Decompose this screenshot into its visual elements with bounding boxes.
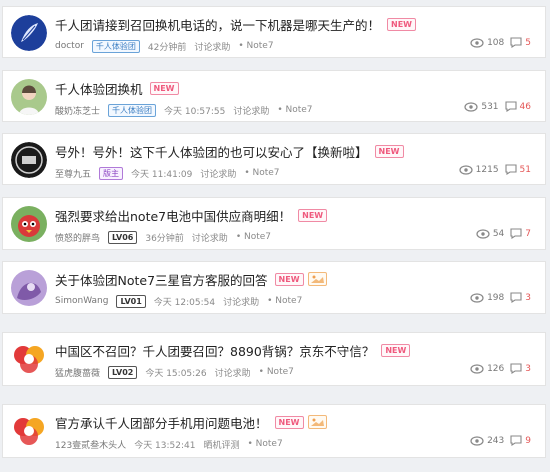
- comment-icon: [504, 164, 517, 176]
- post-title[interactable]: 千人团请接到召回换机电话的，说一下机器是哪天生产的！: [55, 15, 380, 34]
- reply-count: 46: [519, 101, 531, 112]
- logo-avatar[interactable]: [11, 413, 47, 449]
- author-name[interactable]: 酸奶冻芝士: [55, 104, 100, 117]
- post-board[interactable]: • Note7: [277, 105, 312, 115]
- purple-avatar[interactable]: [11, 270, 47, 306]
- post-time: 今天 13:52:41: [134, 440, 196, 451]
- eye-icon: [459, 164, 473, 175]
- post-card[interactable]: 号外！号外！这下千人体验团的也可以安心了【换新啦】 NEW 至尊九五 版主 今天 11…: [2, 133, 546, 185]
- reply-count: 3: [525, 363, 531, 374]
- post-title[interactable]: 号外！号外！这下千人体验团的也可以安心了【换新啦】: [55, 142, 368, 161]
- emblem-avatar[interactable]: [11, 142, 47, 178]
- post-card[interactable]: 强烈要求给出note7电池中国供应商明细！ NEW 愤怒的胖鸟 LV06 36分钟前讨…: [2, 197, 546, 250]
- new-badge: NEW: [374, 144, 404, 158]
- comment-icon: [510, 292, 522, 304]
- comment-icon: [510, 363, 522, 375]
- comment-icon: [510, 228, 522, 240]
- person-avatar[interactable]: [11, 79, 47, 115]
- new-badge: NEW: [381, 343, 411, 357]
- view-count: 126: [487, 363, 505, 374]
- post-card[interactable]: 关于体验团Note7三星官方客服的回答 NEW SimonWang LV01 今天 1…: [2, 261, 546, 314]
- bird-avatar[interactable]: [11, 206, 47, 242]
- post-title[interactable]: 千人体验团换机: [55, 79, 143, 98]
- author-name[interactable]: doctor: [55, 41, 84, 51]
- new-badge: NEW: [387, 17, 416, 31]
- post-card[interactable]: 千人团请接到召回换机电话的，说一下机器是哪天生产的！ NEW doctor 千人体验…: [2, 6, 546, 58]
- new-badge: NEW: [274, 415, 304, 429]
- new-badge: NEW: [149, 81, 179, 95]
- post-time: 今天 15:05:26: [145, 368, 207, 379]
- post-time: 42分钟前: [147, 42, 187, 53]
- post-category[interactable]: 讨论求助: [192, 231, 228, 244]
- reply-count: 51: [519, 164, 531, 175]
- post-time: 今天 12:05:54: [153, 297, 216, 308]
- new-badge: NEW: [298, 208, 328, 222]
- post-board[interactable]: • Note7: [259, 367, 294, 377]
- comment-icon: [510, 435, 522, 447]
- comment-icon: [504, 101, 517, 113]
- eye-icon: [470, 435, 484, 446]
- author-name[interactable]: 至尊九五: [55, 167, 91, 180]
- image-icon: [307, 272, 327, 286]
- reply-count: 5: [525, 37, 531, 48]
- user-role-badge: 千人体验团: [108, 103, 157, 117]
- post-category[interactable]: 讨论求助: [233, 104, 269, 117]
- post-title[interactable]: 中国区不召回？千人团要召回？8890背锅？京东不守信？: [55, 341, 374, 360]
- reply-count: 9: [525, 435, 531, 446]
- post-category[interactable]: 讨论求助: [215, 366, 251, 379]
- post-board[interactable]: • Note7: [238, 41, 273, 51]
- logo-avatar[interactable]: [11, 341, 47, 377]
- author-name[interactable]: 123壹贰叁木头人: [55, 438, 126, 451]
- author-name[interactable]: SimonWang: [55, 296, 108, 306]
- new-badge: NEW: [274, 272, 304, 286]
- comment-icon: [510, 37, 522, 49]
- post-board[interactable]: • Note7: [244, 168, 279, 178]
- feather-avatar[interactable]: [11, 15, 47, 51]
- post-title[interactable]: 关于体验团Note7三星官方客服的回答: [55, 270, 268, 289]
- eye-icon: [470, 37, 484, 48]
- eye-icon: [464, 101, 478, 112]
- reply-count: 3: [525, 292, 531, 303]
- post-title[interactable]: 强烈要求给出note7电池中国供应商明细！: [55, 206, 291, 225]
- post-time: 今天 11:41:09: [131, 169, 193, 180]
- view-count: 243: [487, 435, 505, 446]
- post-board[interactable]: • Note7: [248, 439, 283, 449]
- post-category[interactable]: 讨论求助: [194, 40, 230, 53]
- post-category[interactable]: 晒机评测: [203, 438, 239, 451]
- post-card[interactable]: 千人体验团换机 NEW 酸奶冻芝士 千人体验团 今天 10:57:55 讨论求助 • No…: [2, 70, 546, 122]
- view-count: 108: [487, 37, 505, 48]
- post-title[interactable]: 官方承认千人团部分手机用问题电池！: [55, 413, 268, 432]
- user-level-badge: LV01: [116, 294, 146, 308]
- post-board[interactable]: • Note7: [267, 296, 302, 306]
- eye-icon: [470, 363, 484, 374]
- author-name[interactable]: 愤怒的胖鸟: [55, 231, 100, 244]
- post-card[interactable]: 中国区不召回？千人团要召回？8890背锅？京东不守信？ NEW 猛虎腹蔷薇 LV02…: [2, 332, 546, 386]
- user-role-badge: 千人体验团: [91, 39, 140, 53]
- author-name[interactable]: 猛虎腹蔷薇: [55, 366, 100, 379]
- post-card[interactable]: 官方承认千人团部分手机用问题电池！ NEW 123壹贰叁木头人 今天 13:52:4…: [2, 404, 546, 458]
- post-time: 今天 10:57:55: [164, 106, 226, 117]
- view-count: 531: [481, 101, 499, 112]
- image-icon: [307, 415, 327, 429]
- view-count: 198: [487, 292, 505, 303]
- user-role-badge: 版主: [99, 166, 124, 180]
- reply-count: 7: [525, 228, 531, 239]
- post-board[interactable]: • Note7: [236, 232, 271, 242]
- eye-icon: [470, 292, 484, 303]
- post-category[interactable]: 讨论求助: [223, 295, 259, 308]
- user-level-badge: LV06: [108, 230, 138, 244]
- eye-icon: [476, 228, 490, 239]
- view-count: 1215: [475, 164, 499, 175]
- post-time: 36分钟前: [145, 233, 184, 244]
- view-count: 54: [492, 228, 505, 239]
- user-level-badge: LV02: [108, 365, 138, 379]
- post-category[interactable]: 讨论求助: [200, 167, 236, 180]
